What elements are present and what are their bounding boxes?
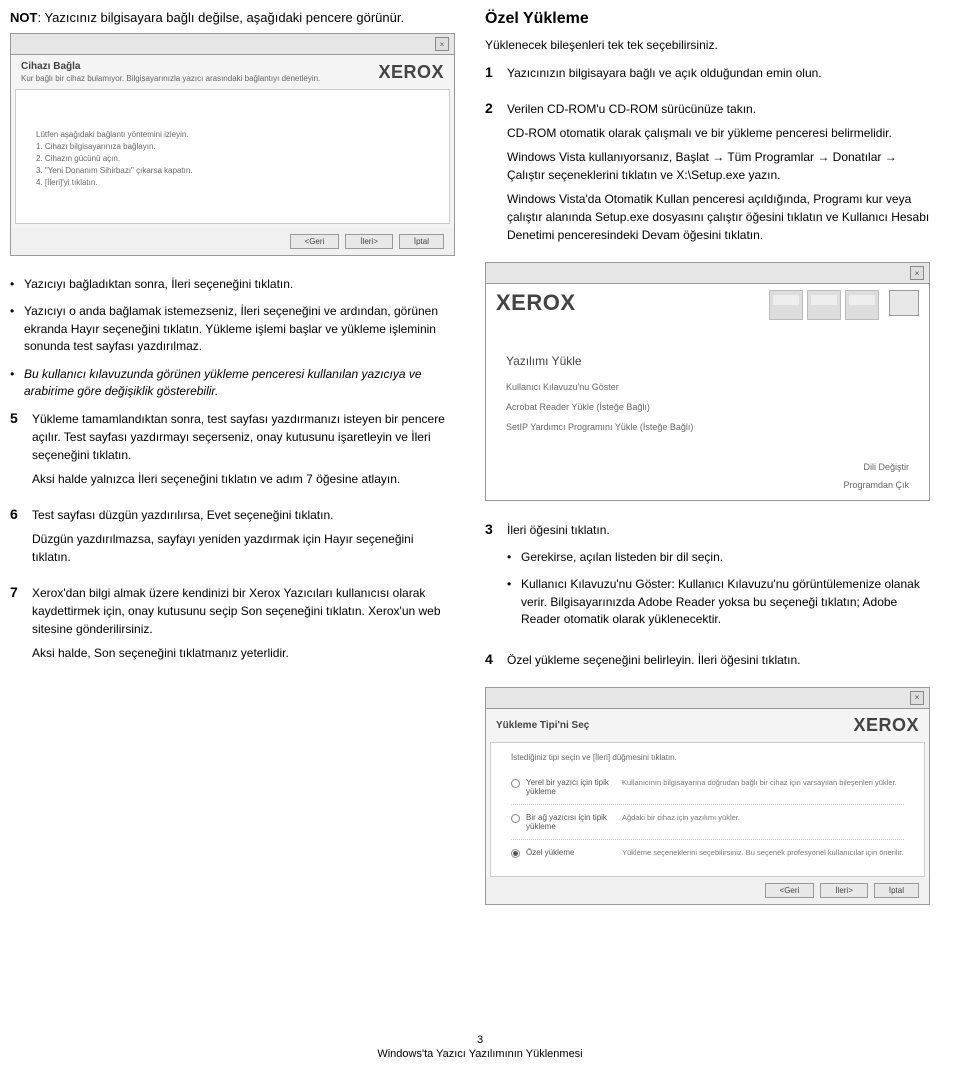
dlg3-title: Yükleme Tipi'ni Seç [496, 720, 589, 731]
s2-d: Windows Vista'da Otomatik Kullan pencere… [507, 190, 930, 244]
close-icon[interactable]: × [435, 37, 449, 51]
s3-text: İleri öğesini tıklatın. [507, 521, 930, 539]
printer-icon [845, 290, 879, 320]
bullet-3: Bu kullanıcı kılavuzunda görünen yükleme… [10, 366, 455, 401]
dlg1-title: Cihazı Bağla [21, 61, 80, 72]
next-button[interactable]: İleri> [820, 883, 868, 898]
intro-text: Yüklenecek bileşenleri tek tek seçebilir… [485, 38, 930, 52]
radio-network[interactable]: Bir ağ yazıcısı için tipik yükleme Ağdak… [511, 805, 904, 840]
radio-custom[interactable]: Özel yükleme Yükleme seçeneklerini seçeb… [511, 840, 904, 866]
printer-icons [769, 290, 919, 320]
footer-title: Windows'ta Yazıcı Yazılımının Yüklenmesi [0, 1048, 960, 1060]
step-6: 6 Test sayfası düzgün yazdırılırsa, Evet… [10, 506, 455, 572]
page-footer: 3 Windows'ta Yazıcı Yazılımının Yüklenme… [0, 1034, 960, 1060]
custom-install-heading: Özel Yükleme [485, 10, 930, 28]
dlg2-link2[interactable]: Acrobat Reader Yükle (İsteğe Bağlı) [506, 402, 909, 412]
step-7: 7 Xerox'dan bilgi almak üzere kendinizi … [10, 584, 455, 668]
dlg2-exit[interactable]: Programdan Çık [506, 480, 909, 490]
step-5: 5 Yükleme tamamlandıktan sonra, test say… [10, 410, 455, 494]
dlg1-sub: Kur bağlı bir cihaz bulamıyor. Bilgisaya… [21, 74, 320, 83]
install-software-dialog: × XEROX Yazılımı Yükle Kullanıcı Kılavuz… [485, 262, 930, 501]
left-column: NOT: Yazıcınız bilgisayara bağlı değilse… [10, 10, 455, 925]
dlg1-line3: 3. "Yeni Donanım Sihirbazı" çıkarsa kapa… [36, 165, 429, 177]
s5-text-b: Aksi halde yalnızca İleri seçeneğini tık… [32, 470, 455, 488]
printer-icon [807, 290, 841, 320]
left-bullets: Yazıcıyı bağladıktan sonra, İleri seçene… [10, 276, 455, 400]
install-type-dialog: × Yükleme Tipi'ni Seç XEROX İstediğiniz … [485, 687, 930, 905]
dlg1-body: Lütfen aşağıdaki bağlantı yöntemini izle… [15, 89, 450, 224]
monitor-icon [889, 290, 919, 316]
s7-text-b: Aksi halde, Son seçeneğini tıklatmanız y… [32, 644, 455, 662]
right-column: Özel Yükleme Yüklenecek bileşenleri tek … [485, 10, 930, 925]
dlg1-line4: 4. [İleri]'yi tıklatın. [36, 177, 429, 189]
dlg1-intro: Lütfen aşağıdaki bağlantı yöntemini izle… [36, 129, 429, 141]
page-number: 3 [0, 1034, 960, 1046]
step-1: 1 Yazıcınızın bilgisayara bağlı ve açık … [485, 64, 930, 88]
note-line: NOT: Yazıcınız bilgisayara bağlı değilse… [10, 10, 455, 25]
dlg2-lang[interactable]: Dili Değiştir [506, 462, 909, 472]
note-text: : Yazıcınız bilgisayara bağlı değilse, a… [37, 10, 404, 25]
dlg2-title: Yazılımı Yükle [506, 354, 909, 368]
note-prefix: NOT [10, 10, 37, 25]
cancel-button[interactable]: İptal [399, 234, 444, 249]
radio-icon[interactable] [511, 779, 520, 788]
xerox-logo: XEROX [378, 62, 444, 82]
close-icon[interactable]: × [910, 266, 924, 280]
dlg3-sub: İstediğiniz tipi seçin ve [İleri] düğmes… [511, 753, 904, 762]
next-button[interactable]: İleri> [345, 234, 393, 249]
s3-bullet2: Kullanıcı Kılavuzu'nu Göster: Kullanıcı … [507, 576, 930, 628]
radio-icon[interactable] [511, 814, 520, 823]
s3-bullet1: Gerekirse, açılan listeden bir dil seçin… [507, 549, 930, 566]
xerox-logo: XEROX [496, 290, 576, 316]
step-2: 2 Verilen CD-ROM'u CD-ROM sürücünüze tak… [485, 100, 930, 250]
xerox-logo: XEROX [853, 715, 919, 735]
s6-text-b: Düzgün yazdırılmazsa, sayfayı yeniden ya… [32, 530, 455, 566]
dlg1-line1: 1. Cihazı bilgisayarınıza bağlayın. [36, 141, 429, 153]
bullet-1: Yazıcıyı bağladıktan sonra, İleri seçene… [10, 276, 455, 293]
radio-icon[interactable] [511, 849, 520, 858]
s5-text-a: Yükleme tamamlandıktan sonra, test sayfa… [32, 410, 455, 464]
radio-local[interactable]: Yerel bir yazıcı için tipik yükleme Kull… [511, 770, 904, 805]
s4-text: Özel yükleme seçeneğini belirleyin. İler… [507, 651, 930, 669]
dlg2-link1[interactable]: Kullanıcı Kılavuzu'nu Göster [506, 382, 909, 392]
printer-icon [769, 290, 803, 320]
back-button[interactable]: <Geri [290, 234, 340, 249]
step-4: 4 Özel yükleme seçeneğini belirleyin. İl… [485, 651, 930, 675]
dlg2-link3[interactable]: SetIP Yardımcı Programını Yükle (İsteğe … [506, 422, 909, 432]
back-button[interactable]: <Geri [765, 883, 815, 898]
close-icon[interactable]: × [910, 691, 924, 705]
dlg1-line2: 2. Cihazın gücünü açın. [36, 153, 429, 165]
bullet-2: Yazıcıyı o anda bağlamak istemezseniz, İ… [10, 303, 455, 355]
cancel-button[interactable]: İptal [874, 883, 919, 898]
connect-device-dialog: × Cihazı Bağla Kur bağlı bir cihaz bulam… [10, 33, 455, 256]
s2-c: Windows Vista kullanıyorsanız, Başlat → … [507, 148, 930, 184]
s7-text-a: Xerox'dan bilgi almak üzere kendinizi bi… [32, 584, 455, 638]
s6-text-a: Test sayfası düzgün yazdırılırsa, Evet s… [32, 506, 455, 524]
step-3: 3 İleri öğesini tıklatın. Gerekirse, açı… [485, 521, 930, 639]
s2-b: CD-ROM otomatik olarak çalışmalı ve bir … [507, 124, 930, 142]
s1-text: Yazıcınızın bilgisayara bağlı ve açık ol… [507, 64, 930, 82]
s2-a: Verilen CD-ROM'u CD-ROM sürücünüze takın… [507, 100, 930, 118]
